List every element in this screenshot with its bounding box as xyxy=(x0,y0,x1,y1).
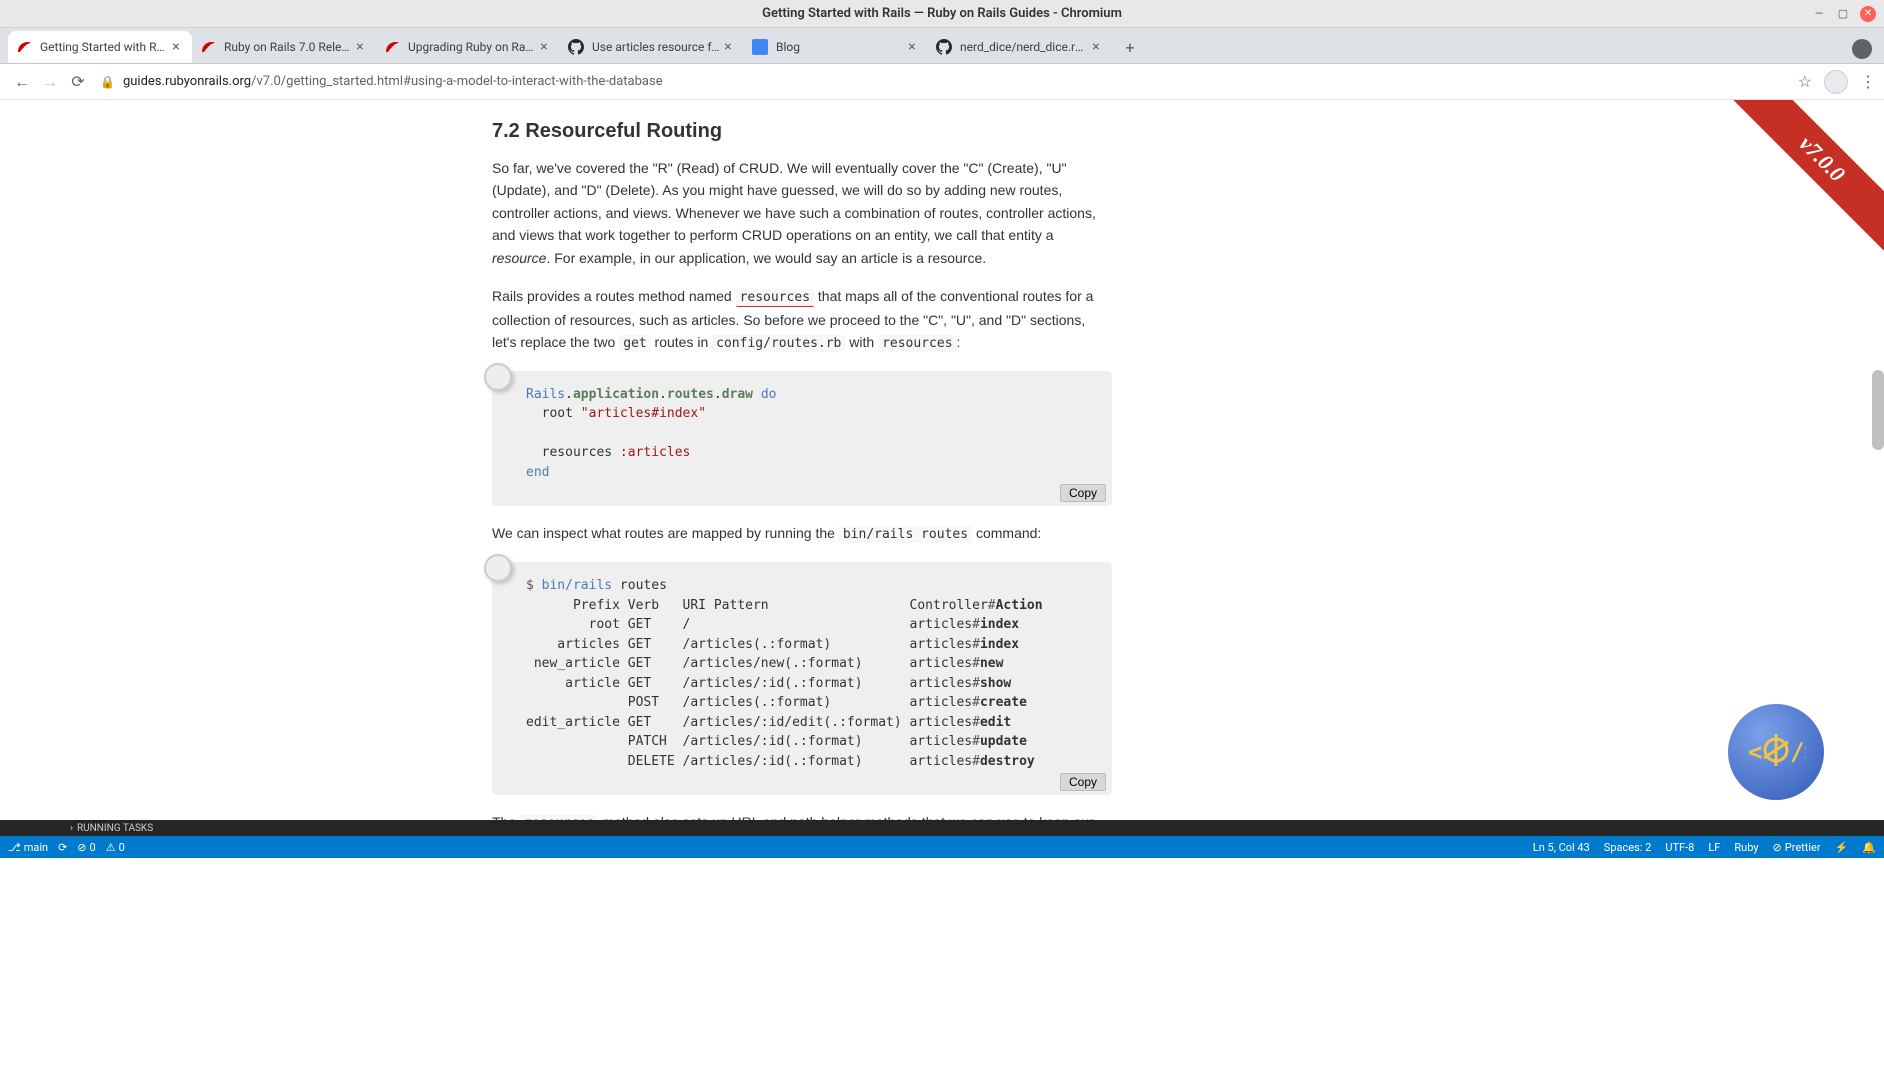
new-tab-button[interactable]: + xyxy=(1116,33,1144,61)
tab-close-icon[interactable]: × xyxy=(168,39,184,55)
tab-title: Blog xyxy=(776,40,904,54)
indentation[interactable]: Spaces: 2 xyxy=(1604,841,1652,854)
bookmark-star-icon[interactable]: ☆ xyxy=(1798,72,1812,91)
browser-tab[interactable]: nerd_dice/nerd_dice.rb a× xyxy=(928,31,1112,63)
reload-button[interactable]: ⟳ xyxy=(64,68,92,96)
version-ribbon[interactable]: v7.0.0 xyxy=(1714,100,1884,270)
window-title: Getting Started with Rails — Ruby on Rai… xyxy=(762,6,1122,21)
git-branch[interactable]: ⎇ main xyxy=(8,841,48,854)
rails-favicon-icon xyxy=(384,39,400,55)
browser-tab[interactable]: Ruby on Rails 7.0 Release× xyxy=(192,31,376,63)
eol[interactable]: LF xyxy=(1708,841,1720,854)
github-favicon-icon xyxy=(568,39,584,55)
prettier-status[interactable]: ⊘ Prettier xyxy=(1773,841,1821,854)
window-titlebar: Getting Started with Rails — Ruby on Rai… xyxy=(0,0,1884,28)
chevron-right-icon: › xyxy=(70,823,73,834)
paragraph: The resources method also sets up URL an… xyxy=(492,811,1112,820)
code-block-routes-output: $ bin/rails routes Prefix Verb URI Patte… xyxy=(492,562,1112,795)
browser-tab[interactable]: Upgrading Ruby on Rails× xyxy=(376,31,560,63)
vscode-statusbar: ⎇ main ⟳ ⊘ 0 ⚠ 0 Ln 5, Col 43 Spaces: 2 … xyxy=(0,836,1884,858)
running-tasks-label: RUNNING TASKS xyxy=(77,823,153,834)
close-button[interactable]: ✕ xyxy=(1860,6,1876,22)
minimize-button[interactable]: — xyxy=(1812,7,1826,21)
feedback-icon[interactable]: ⚡ xyxy=(1835,841,1849,854)
rails-favicon-icon xyxy=(16,39,32,55)
tab-close-icon[interactable]: × xyxy=(1088,39,1104,55)
paragraph: So far, we've covered the "R" (Read) of … xyxy=(492,157,1112,269)
url-path: /v7.0/getting_started.html#using-a-model… xyxy=(251,74,663,89)
notifications-icon[interactable]: 🔔 xyxy=(1862,841,1876,854)
blog-favicon-icon xyxy=(752,39,768,55)
browser-tab[interactable]: Use articles resource for× xyxy=(560,31,744,63)
svg-text:/>: /> xyxy=(1790,738,1806,766)
paragraph: We can inspect what routes are mapped by… xyxy=(492,522,1112,546)
tab-title: Getting Started with Rails xyxy=(40,40,168,54)
language-mode[interactable]: Ruby xyxy=(1734,841,1758,854)
encoding[interactable]: UTF-8 xyxy=(1665,841,1694,854)
scrollbar-thumb[interactable] xyxy=(1872,370,1884,450)
profile-avatar[interactable] xyxy=(1824,70,1848,94)
browser-tab[interactable]: Getting Started with Rails× xyxy=(8,31,192,63)
tab-title: nerd_dice/nerd_dice.rb a xyxy=(960,40,1088,54)
profile-indicator-icon[interactable] xyxy=(1852,39,1872,59)
menu-button[interactable]: ⋮ xyxy=(1860,72,1876,91)
page-viewport: v7.0.0 7.2 Resourceful Routing So far, w… xyxy=(0,100,1884,820)
address-bar[interactable]: 🔒 guides.rubyonrails.org/v7.0/getting_st… xyxy=(100,68,1790,96)
copy-button[interactable]: Copy xyxy=(1060,773,1106,791)
tab-close-icon[interactable]: × xyxy=(536,39,552,55)
article-content: 7.2 Resourceful Routing So far, we've co… xyxy=(452,100,1152,820)
code-block-routes: Rails.application.routes.draw do root "a… xyxy=(492,371,1112,507)
copy-button[interactable]: Copy xyxy=(1060,484,1106,502)
lock-icon: 🔒 xyxy=(100,75,115,89)
back-button[interactable]: ← xyxy=(8,68,36,96)
gear-icon xyxy=(484,554,512,582)
github-favicon-icon xyxy=(936,39,952,55)
running-tasks-bar[interactable]: › RUNNING TASKS xyxy=(0,820,1884,836)
url-host: guides.rubyonrails.org xyxy=(123,74,251,89)
tab-title: Ruby on Rails 7.0 Release xyxy=(224,40,352,54)
maximize-button[interactable]: ▢ xyxy=(1836,7,1850,21)
browser-tab[interactable]: Blog× xyxy=(744,31,928,63)
tab-close-icon[interactable]: × xyxy=(720,39,736,55)
tab-close-icon[interactable]: × xyxy=(904,39,920,55)
rails-favicon-icon xyxy=(200,39,216,55)
warnings-count[interactable]: ⚠ 0 xyxy=(106,841,125,854)
tab-strip: Getting Started with Rails×Ruby on Rails… xyxy=(0,28,1884,64)
gear-icon xyxy=(484,363,512,391)
browser-toolbar: ← → ⟳ 🔒 guides.rubyonrails.org/v7.0/gett… xyxy=(0,64,1884,100)
cursor-position[interactable]: Ln 5, Col 43 xyxy=(1533,841,1590,854)
paragraph: Rails provides a routes method named res… xyxy=(492,285,1112,355)
tab-title: Upgrading Ruby on Rails xyxy=(408,40,536,54)
tab-title: Use articles resource for xyxy=(592,40,720,54)
svg-text:<: < xyxy=(1748,738,1762,766)
extension-badge-icon[interactable]: < /> xyxy=(1728,704,1824,800)
errors-count[interactable]: ⊘ 0 xyxy=(77,841,95,854)
sync-button[interactable]: ⟳ xyxy=(58,841,67,854)
forward-button[interactable]: → xyxy=(36,68,64,96)
api-link-resources[interactable]: resources xyxy=(736,289,814,307)
section-heading: 7.2 Resourceful Routing xyxy=(492,120,1112,143)
tab-close-icon[interactable]: × xyxy=(352,39,368,55)
window-controls: — ▢ ✕ xyxy=(1812,6,1876,22)
